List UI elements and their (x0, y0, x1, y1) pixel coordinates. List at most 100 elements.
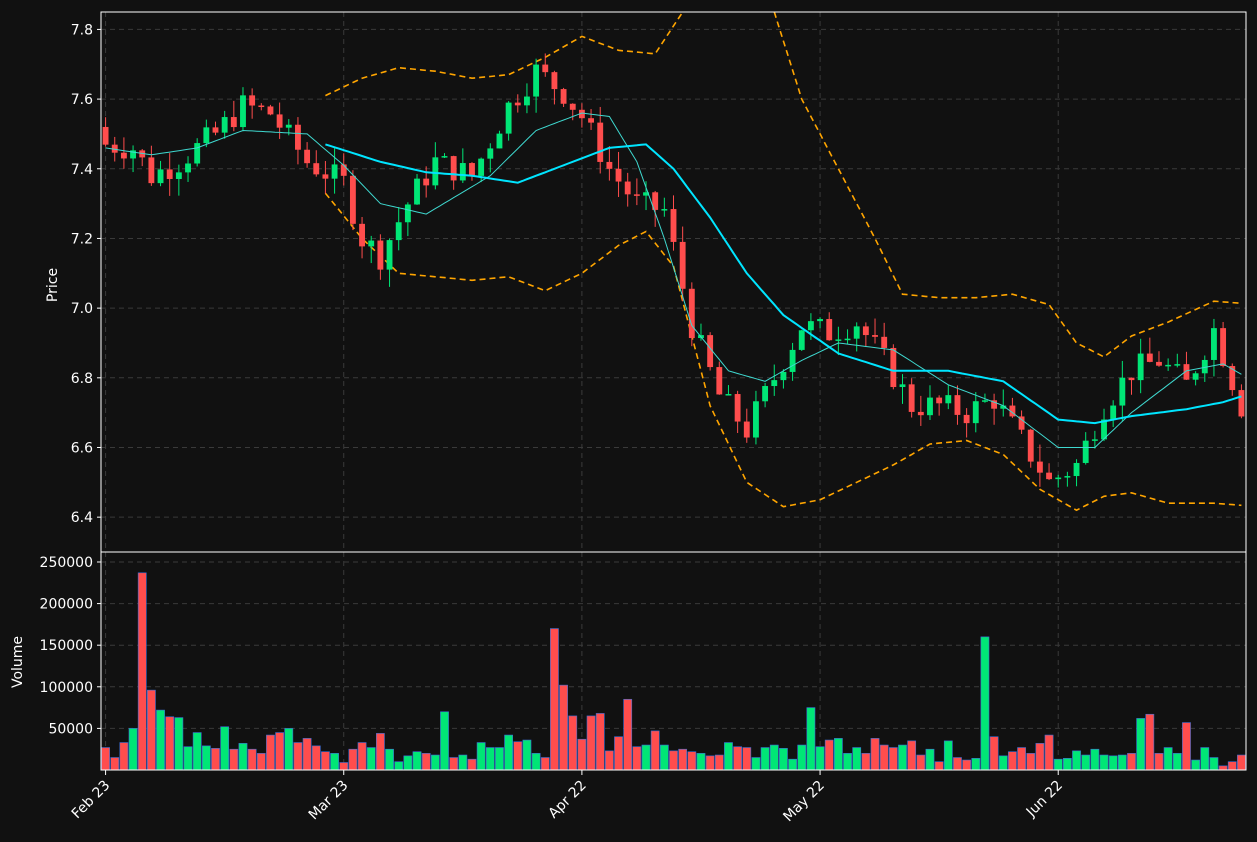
candle-body (982, 400, 988, 402)
volume-bar (550, 628, 559, 770)
volume-bar (412, 751, 422, 770)
candle-body (624, 181, 631, 195)
volume-bar (989, 736, 999, 770)
stock-chart: 6.4 6.6 6.8 7.0 7.2 7.4 7.6 7.8 Price 50000 1000… (0, 0, 1257, 842)
candle-body (267, 106, 274, 115)
candle-body (954, 395, 961, 415)
volume-bar (1136, 718, 1146, 770)
volume-bar (183, 746, 193, 770)
candle-body (588, 118, 594, 123)
candle-body (917, 411, 924, 416)
price-tick-label: 7.4 (71, 162, 93, 178)
candle-body (258, 105, 265, 108)
volume-bar (330, 753, 339, 770)
volume-bar (953, 757, 962, 770)
price-tick-label: 7.8 (71, 22, 93, 38)
volume-bar (375, 733, 385, 770)
volume-bar (815, 746, 825, 770)
candle-body (780, 371, 787, 381)
volume-bar (1127, 753, 1136, 770)
volume-bar (632, 746, 642, 770)
candle-body (899, 384, 906, 388)
volume-bar (568, 715, 578, 770)
price-tick-label: 7.6 (71, 92, 93, 108)
candle-body (240, 95, 246, 128)
candle-body (175, 172, 182, 179)
volume-bar (513, 741, 523, 770)
candle-body (1027, 429, 1034, 462)
candle-body (414, 178, 420, 205)
volume-bar (430, 754, 440, 770)
volume-bar (1108, 755, 1118, 770)
volume-bar (192, 732, 202, 770)
candle-body (249, 95, 256, 106)
candle-body (716, 367, 723, 395)
candle-body (1091, 439, 1098, 441)
volume-bar (1163, 747, 1173, 770)
candle-body (1211, 328, 1217, 360)
candle-body (633, 194, 640, 196)
volume-bar (751, 757, 761, 770)
candle-body (441, 156, 448, 158)
volume-bar (1172, 753, 1182, 770)
candle-body (368, 240, 375, 247)
volume-bar (156, 709, 165, 770)
candle-body (359, 223, 365, 247)
volume-bar (504, 734, 514, 770)
volume-bar (705, 755, 715, 770)
volume-bar (485, 747, 495, 770)
candle-body (1174, 364, 1181, 366)
candle-body (560, 89, 567, 104)
price-tick-label: 6.4 (71, 510, 93, 526)
candle-body (908, 384, 915, 412)
volume-bar (898, 744, 907, 770)
volume-bar (339, 762, 349, 770)
candle-body (753, 401, 759, 438)
candle-body (844, 338, 851, 341)
volume-bar (1218, 765, 1228, 770)
volume-bar (101, 747, 110, 770)
candle-body (936, 397, 943, 404)
candle-body (1119, 377, 1126, 406)
candle-body (807, 321, 814, 331)
candle-body (1146, 353, 1153, 362)
candle-body (826, 319, 833, 341)
volume-bar (696, 753, 706, 770)
volume-bar (366, 747, 376, 770)
volume-bar (760, 747, 770, 770)
volume-bar (147, 689, 156, 770)
volume-bar (907, 740, 917, 770)
volume-bar (394, 761, 404, 770)
candle-body (487, 148, 494, 159)
volume-bar (1182, 722, 1191, 770)
candle-body (514, 102, 521, 106)
volume-bar (962, 759, 971, 770)
candle-body (1046, 472, 1052, 480)
candle-body (505, 102, 512, 134)
volume-bar (797, 744, 807, 770)
volume-bar (311, 745, 321, 770)
volume-bar (540, 757, 550, 770)
candle-body (789, 349, 796, 372)
volume-bar (1035, 743, 1045, 770)
volume-bar (934, 761, 944, 770)
volume-bar (1237, 754, 1246, 770)
candle-body (203, 127, 210, 144)
volume-bar (1154, 753, 1164, 770)
volume-axis-label: Volume (10, 636, 26, 688)
volume-bar (870, 738, 880, 770)
volume-bar (806, 707, 816, 770)
volume-bar (284, 728, 294, 770)
volume-bar (119, 742, 129, 770)
candle-body (890, 347, 897, 388)
volume-bar (724, 742, 733, 770)
volume-bar (1090, 748, 1100, 770)
volume-bar (1026, 753, 1036, 770)
candle-body (102, 126, 109, 145)
volume-bar (852, 747, 862, 770)
volume-bar (238, 743, 248, 770)
volume-bar (302, 738, 312, 770)
volume-bar (348, 748, 358, 770)
candle-body (771, 380, 778, 387)
volume-bar (559, 684, 568, 770)
